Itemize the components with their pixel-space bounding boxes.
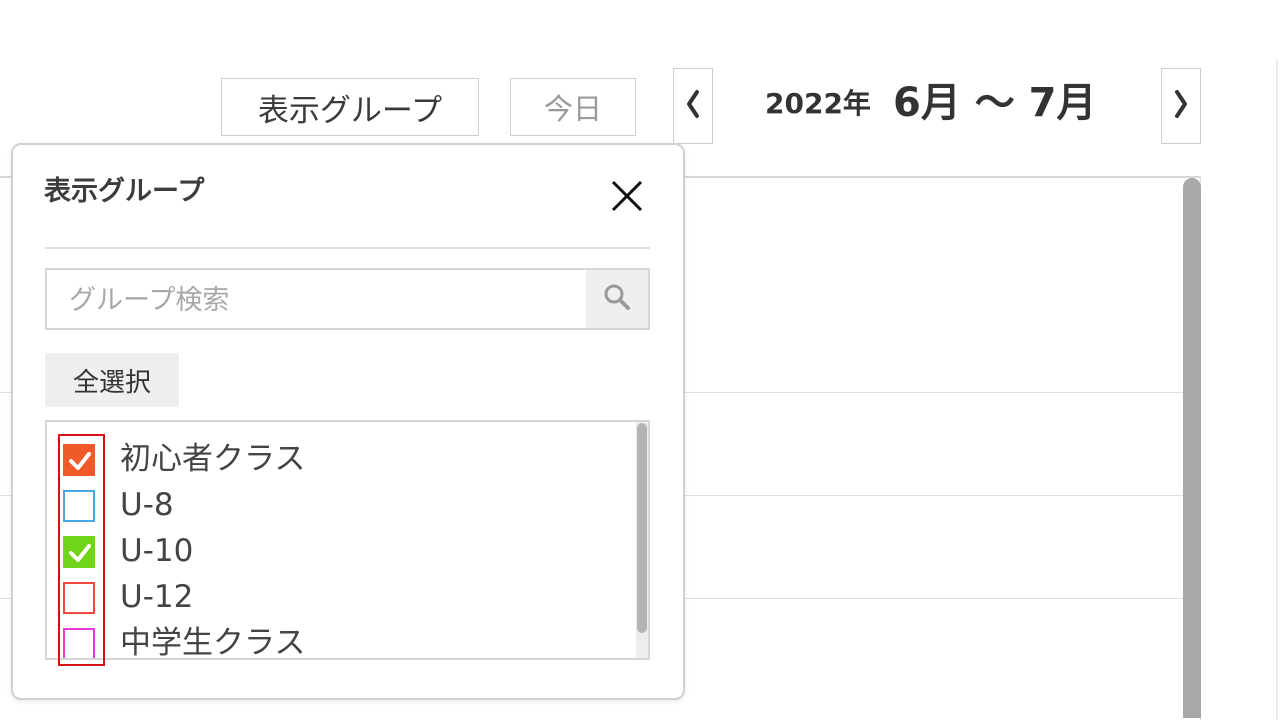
group-label[interactable]: 初心者クラス bbox=[120, 439, 305, 479]
calendar-scrollbar[interactable] bbox=[1183, 178, 1201, 718]
month-range-label: 6月 ～ 7月 bbox=[893, 80, 1097, 126]
search-button[interactable] bbox=[586, 270, 648, 328]
today-button[interactable]: 今日 bbox=[510, 78, 636, 136]
year-label: 2022年 bbox=[765, 87, 871, 120]
prev-period-button[interactable] bbox=[673, 68, 713, 144]
chevron-right-icon bbox=[1173, 89, 1189, 123]
close-button[interactable] bbox=[606, 175, 648, 217]
group-label[interactable]: 中学生クラス bbox=[120, 623, 305, 658]
group-label[interactable]: U-8 bbox=[120, 485, 174, 525]
select-all-button[interactable]: 全選択 bbox=[45, 353, 179, 407]
group-search-box bbox=[45, 268, 650, 330]
page-edge-divider bbox=[1276, 60, 1278, 720]
group-search-input[interactable] bbox=[47, 270, 611, 330]
popup-title: 表示グループ bbox=[44, 176, 205, 207]
search-icon bbox=[602, 282, 632, 316]
group-list-scroll-thumb[interactable] bbox=[637, 423, 647, 633]
checkbox-highlight-annotation bbox=[58, 434, 105, 666]
chevron-left-icon bbox=[685, 89, 701, 123]
close-icon bbox=[606, 180, 648, 221]
group-list: 初心者クラス U-8 U-10 U-12 中学生クラス bbox=[45, 420, 650, 660]
group-label[interactable]: U-10 bbox=[120, 531, 193, 571]
group-label[interactable]: U-12 bbox=[120, 577, 193, 617]
next-period-button[interactable] bbox=[1161, 68, 1201, 144]
display-group-button[interactable]: 表示グループ bbox=[221, 78, 479, 136]
popup-divider bbox=[45, 247, 650, 249]
